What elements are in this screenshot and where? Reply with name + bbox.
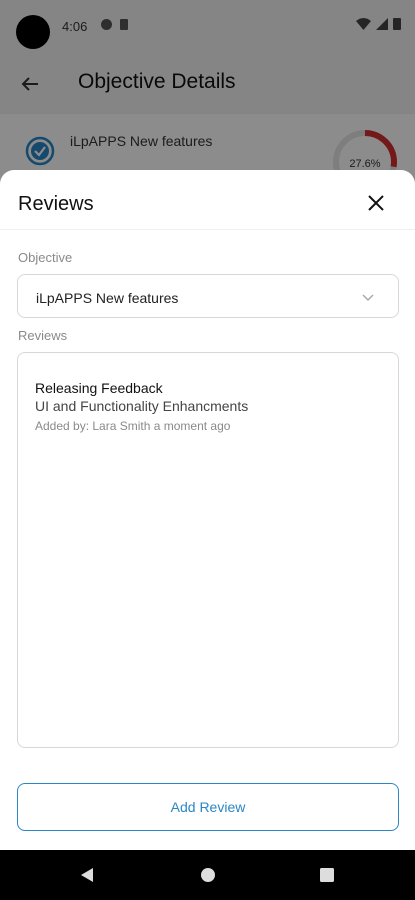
review-description: UI and Functionality Enhancments xyxy=(35,398,249,414)
review-meta: Added by: Lara Smith a moment ago xyxy=(35,419,231,433)
sheet-title: Reviews xyxy=(18,193,94,215)
objective-select-value: iLpAPPS New features xyxy=(36,290,179,306)
review-title: Releasing Feedback xyxy=(35,380,163,396)
objective-label: Objective xyxy=(18,250,73,265)
add-review-button[interactable]: Add Review xyxy=(17,783,399,831)
review-item[interactable]: Releasing Feedback UI and Functionality … xyxy=(35,379,375,436)
chevron-down-icon xyxy=(362,294,374,302)
close-icon[interactable] xyxy=(365,192,387,214)
reviews-list: Releasing Feedback UI and Functionality … xyxy=(17,352,399,748)
reviews-sheet: Reviews Objective iLpAPPS New features R… xyxy=(0,170,415,850)
objective-select[interactable]: iLpAPPS New features xyxy=(17,274,399,318)
sheet-header: Reviews xyxy=(0,170,415,230)
nav-home-icon[interactable] xyxy=(199,866,217,884)
nav-back-icon[interactable] xyxy=(78,866,96,884)
nav-recents-icon[interactable] xyxy=(318,866,336,884)
system-nav-bar xyxy=(0,850,415,900)
reviews-label: Reviews xyxy=(18,328,68,343)
